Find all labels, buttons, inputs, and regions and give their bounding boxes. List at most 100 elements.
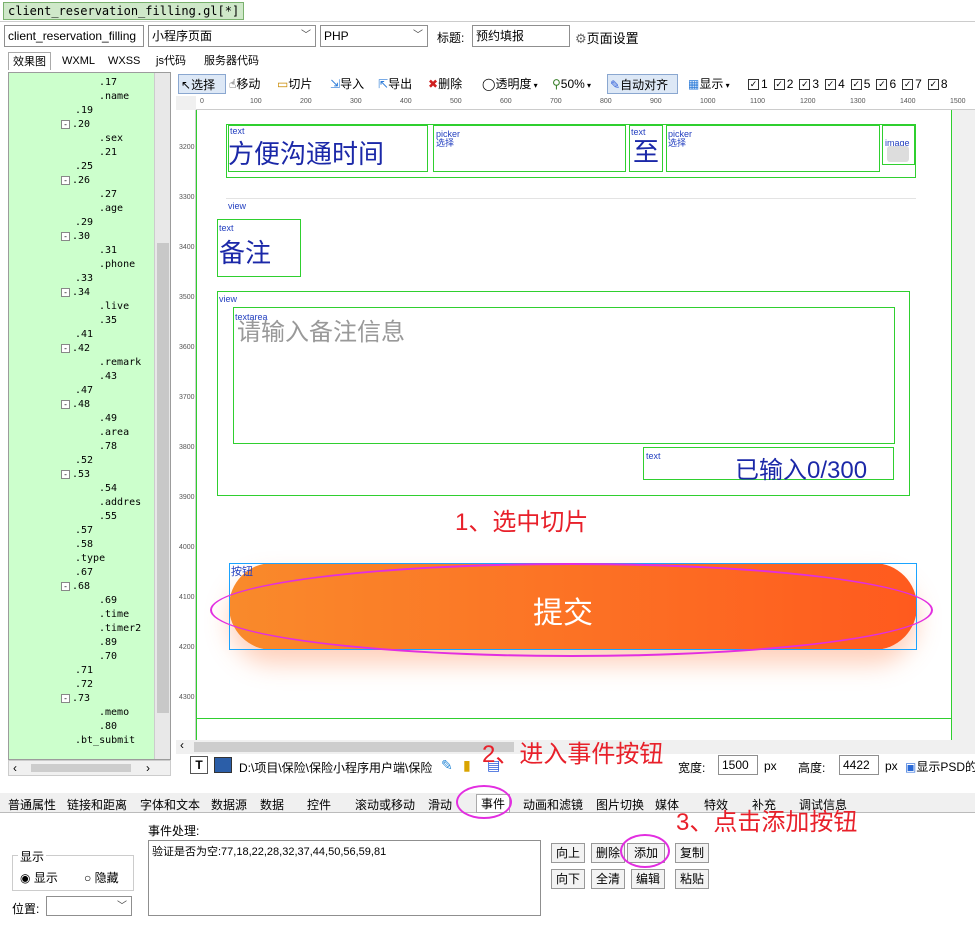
tree-scroll-thumb[interactable] [157,243,169,713]
collapse-icon[interactable]: - [61,175,70,185]
tree-node[interactable]: .age [99,203,123,215]
collapse-icon[interactable]: - [61,469,70,479]
tree-node[interactable]: .live [99,301,129,313]
tab-wxss[interactable]: WXSS [104,52,144,70]
tree-node[interactable]: .49 [99,413,117,425]
paste-event-button[interactable]: 粘贴 [675,869,709,889]
delete-button[interactable]: ✖删除 [428,74,462,94]
clock-image[interactable]: image [882,125,915,165]
tab-js[interactable]: js代码 [152,52,190,70]
page-settings-button[interactable]: ⚙页面设置 [575,28,639,47]
tree-node[interactable]: .43 [99,371,117,383]
folder-icon[interactable]: ▮ [463,757,471,774]
collapse-icon[interactable]: - [61,287,70,297]
collapse-icon[interactable]: - [61,399,70,409]
property-tab[interactable]: 普通属性 [8,796,56,813]
tree-node[interactable]: .timer2 [99,623,141,635]
scroll-left-icon[interactable]: ‹ [13,761,17,775]
move-down-button[interactable]: 向下 [551,869,585,889]
collapse-icon[interactable]: - [61,581,70,591]
tree-node[interactable]: .69 [99,595,117,607]
element-tree[interactable]: .17 .name .19- .20 .sex .21.25- .26.27 .age .29-… [8,72,171,760]
display-dropdown[interactable]: ▦显示 ▾ [688,74,730,94]
import-button[interactable]: ⇲导入 [330,74,364,94]
edit-event-button[interactable]: 编辑 [631,869,665,889]
tree-node[interactable]: .58 [75,539,93,551]
tree-node[interactable]: .bt_submit [75,735,135,747]
collapse-icon[interactable]: - [61,119,70,129]
tree-node[interactable]: .memo [99,707,129,719]
tree-node[interactable]: .31 [99,245,117,257]
move-up-button[interactable]: 向上 [551,843,585,863]
page-type-select[interactable]: 小程序页面 ﹀ [148,25,316,47]
tree-scrollbar[interactable] [154,73,170,759]
brush-icon[interactable]: ✎ [441,757,453,774]
tab-preview[interactable]: 效果图 [8,52,51,70]
tree-node[interactable]: - .20 [61,119,90,131]
event-item[interactable]: 验证是否为空:77,18,22,28,32,37,44,50,56,59,81 [152,843,537,859]
zoom-dropdown[interactable]: ⚲50% ▾ [552,74,591,94]
select-tool-button[interactable]: ↖选择 [178,74,226,94]
layer-checkbox[interactable]: ✓ 2 [773,77,793,91]
property-tab[interactable]: 数据 [260,796,284,813]
tree-node[interactable]: - .73 [61,693,90,705]
document-tab[interactable]: client_reservation_filling.gl[*] [3,2,245,20]
collapse-icon[interactable]: - [61,693,70,703]
width-input[interactable]: 1500 [718,755,758,775]
tree-node[interactable]: .71 [75,665,93,677]
event-list[interactable]: 验证是否为空:77,18,22,28,32,37,44,50,56,59,81 [148,840,541,916]
tree-node[interactable]: .17 [99,77,117,89]
tree-node[interactable]: .area [99,427,129,439]
layer-checkbox[interactable]: ✓ 3 [799,77,819,91]
tree-node[interactable]: - .30 [61,231,90,243]
move-tool-button[interactable]: ☝移动 [229,74,260,94]
layer-checkbox[interactable]: ✓ 5 [850,77,870,91]
tree-node[interactable]: .29 [75,217,93,229]
tree-node[interactable]: .52 [75,455,93,467]
text-tool-icon[interactable]: T [190,756,208,774]
tree-node[interactable]: .time [99,609,129,621]
property-tab[interactable]: 控件 [307,796,331,813]
tree-node[interactable]: .80 [99,721,117,733]
tree-node[interactable]: .72 [75,679,93,691]
language-select[interactable]: PHP ﹀ [320,25,428,47]
tree-node[interactable]: .67 [75,567,93,579]
layer-checkbox[interactable]: ✓ 7 [902,77,922,91]
tree-node[interactable]: .78 [99,441,117,453]
tree-node[interactable]: .addres [99,497,141,509]
layer-checkbox[interactable]: ✓ 4 [825,77,845,91]
tree-node[interactable]: .33 [75,273,93,285]
tree-node[interactable]: - .68 [61,581,90,593]
tree-node[interactable]: - .48 [61,399,90,411]
property-tab[interactable]: 动画和滤镜 [523,796,583,813]
clear-all-button[interactable]: 全清 [591,869,625,889]
scroll-left-icon[interactable]: ‹ [180,738,184,752]
tree-node[interactable]: - .53 [61,469,90,481]
property-tab[interactable]: 链接和距离 [67,796,127,813]
tree-node[interactable]: .25 [75,161,93,173]
show-psd-toggle[interactable]: ▣显示PSD的 [905,758,975,775]
copy-event-button[interactable]: 复制 [675,843,709,863]
height-input[interactable]: 4422 [839,755,879,775]
tree-node[interactable]: .54 [99,483,117,495]
tab-server-code[interactable]: 服务器代码 [200,52,263,70]
tree-hscrollbar[interactable]: ‹ › [8,760,171,776]
end-time-picker[interactable] [666,125,880,172]
tree-node[interactable]: - .42 [61,343,90,355]
tree-node[interactable]: - .26 [61,175,90,187]
image-tool-icon[interactable] [214,757,232,773]
canvas-hscroll-thumb[interactable] [194,742,514,752]
start-time-picker[interactable] [433,125,626,172]
tree-node[interactable]: .sex [99,133,123,145]
tree-hscroll-thumb[interactable] [31,764,131,772]
slice-tool-button[interactable]: ▭切片 [277,74,312,94]
layer-checkbox[interactable]: ✓ 1 [748,77,768,91]
layer-checkbox[interactable]: ✓ 6 [876,77,896,91]
tree-node[interactable]: .27 [99,189,117,201]
tree-node[interactable]: .phone [99,259,135,271]
page-name-input[interactable]: client_reservation_filling [4,25,144,47]
show-radio[interactable]: ◉ 显示 [20,869,58,886]
tree-node[interactable]: .remark [99,357,141,369]
export-button[interactable]: ⇱导出 [378,74,412,94]
property-tab[interactable]: 图片切换 [596,796,644,813]
